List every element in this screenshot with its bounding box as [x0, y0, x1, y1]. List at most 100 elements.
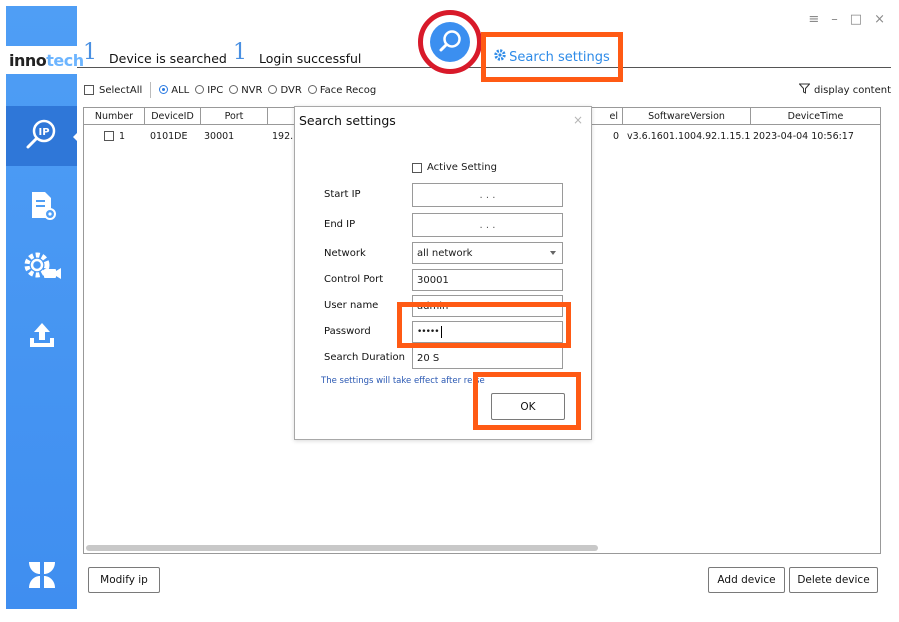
- filter-label-nvr: NVR: [241, 84, 263, 96]
- network-value: all network: [417, 247, 473, 259]
- search-icon: [437, 28, 463, 57]
- devices-label: Device is searched: [109, 51, 227, 66]
- display-content-label: display content: [814, 84, 891, 96]
- divider: [150, 82, 152, 98]
- search-button[interactable]: [430, 22, 470, 62]
- sidebar-item-ip-search[interactable]: IP: [6, 106, 78, 166]
- brand-logo-button[interactable]: [6, 546, 77, 606]
- col-device-time[interactable]: DeviceTime: [751, 108, 880, 125]
- password-highlight: [397, 302, 571, 348]
- filter-radio-face-recog[interactable]: Face Recog: [307, 84, 377, 96]
- col-software-version[interactable]: SoftwareVersion: [623, 108, 751, 125]
- control-port-label: Control Port: [324, 274, 384, 285]
- menu-icon[interactable]: ≡: [808, 12, 819, 27]
- col-number-label: Number: [94, 111, 134, 122]
- close-icon[interactable]: ×: [874, 12, 885, 27]
- minimize-icon[interactable]: –: [831, 12, 838, 27]
- end-ip-field[interactable]: . . .: [412, 213, 563, 237]
- col-model-label: el: [609, 111, 618, 122]
- devices-count: 1: [83, 40, 97, 65]
- search-duration-field[interactable]: 20 S: [412, 347, 563, 369]
- document-settings-icon: [25, 188, 59, 225]
- display-content-button[interactable]: display content: [798, 83, 891, 97]
- filter-label-all: ALL: [171, 84, 190, 96]
- login-label: Login successful: [259, 51, 362, 66]
- modify-ip-button[interactable]: Modify ip: [88, 567, 160, 593]
- col-model[interactable]: el: [588, 108, 623, 125]
- camera-gear-icon: [22, 249, 62, 288]
- filter-icon: [798, 83, 811, 97]
- radio-indicator[interactable]: [307, 85, 317, 94]
- user-name-label: User name: [324, 300, 379, 311]
- cell-number: 1: [84, 131, 145, 142]
- cell-device-time: 2023-04-04 10:56:17: [753, 130, 854, 142]
- ok-highlight: [473, 372, 581, 430]
- svg-text:IP: IP: [38, 127, 49, 138]
- brand-logo-icon: [25, 558, 59, 595]
- col-port[interactable]: Port: [201, 108, 268, 125]
- gear-icon: [494, 49, 506, 65]
- col-number[interactable]: Number: [84, 108, 145, 125]
- search-button-highlight[interactable]: [418, 10, 482, 74]
- checkbox-box[interactable]: [412, 162, 422, 173]
- select-all-label: SelectAll: [99, 84, 143, 96]
- network-label: Network: [324, 248, 366, 259]
- start-ip-field[interactable]: . . .: [412, 183, 563, 207]
- app-window: IP inno tech 1 Device is searched 1 Logi…: [6, 6, 891, 609]
- search-settings-label: Search settings: [509, 49, 610, 65]
- col-port-label: Port: [224, 111, 244, 122]
- end-ip-label: End IP: [324, 219, 356, 230]
- filter-radio-dvr[interactable]: DVR: [268, 84, 302, 96]
- sidebar-item-upgrade[interactable]: [6, 306, 77, 366]
- filter-bar: SelectAll ALL IPC NVR DVR Face Recog dis…: [83, 79, 891, 101]
- cell-device-id: 0101DE: [150, 130, 188, 142]
- sidebar-item-camera-settings[interactable]: [6, 238, 77, 298]
- upload-icon: [25, 318, 59, 355]
- radio-indicator[interactable]: [159, 85, 169, 94]
- filter-label-dvr: DVR: [280, 84, 302, 96]
- row-number: 1: [119, 130, 126, 142]
- login-count: 1: [233, 40, 247, 65]
- dialog-close-icon[interactable]: ×: [573, 113, 583, 127]
- delete-device-button[interactable]: Delete device: [789, 567, 878, 593]
- settings-note: The settings will take effect after re s…: [321, 376, 485, 386]
- select-all-checkbox[interactable]: SelectAll: [84, 85, 142, 96]
- checkbox-box[interactable]: [84, 85, 94, 95]
- col-device-id[interactable]: DeviceID: [145, 108, 201, 125]
- filter-label-ipc: IPC: [207, 84, 224, 96]
- filter-label-face-recog: Face Recog: [319, 84, 377, 96]
- horizontal-scrollbar[interactable]: [86, 545, 598, 551]
- filter-radio-nvr[interactable]: NVR: [229, 85, 262, 96]
- filter-radio-all[interactable]: ALL: [159, 85, 189, 96]
- active-caret: [73, 132, 78, 142]
- active-setting-checkbox[interactable]: Active Setting: [412, 162, 497, 173]
- filter-radio-ipc[interactable]: IPC: [195, 85, 223, 96]
- sidebar: IP: [6, 6, 78, 609]
- window-controls: ≡ – □ ×: [808, 12, 885, 27]
- control-port-field[interactable]: 30001: [412, 269, 563, 291]
- cell-software-version: v3.6.1601.1004.92.1.15.1.4...: [627, 130, 751, 142]
- maximize-icon[interactable]: □: [850, 12, 862, 27]
- start-ip-label: Start IP: [324, 189, 361, 200]
- search-settings-link[interactable]: Search settings: [481, 32, 623, 82]
- col-device-time-label: DeviceTime: [787, 111, 844, 122]
- radio-indicator[interactable]: [195, 85, 205, 94]
- cell-port: 30001: [204, 130, 235, 142]
- sidebar-item-device-config[interactable]: [6, 176, 77, 236]
- chevron-down-icon: [550, 251, 556, 255]
- network-select[interactable]: all network: [412, 242, 563, 264]
- col-software-version-label: SoftwareVersion: [648, 111, 725, 122]
- row-checkbox[interactable]: [104, 131, 114, 141]
- dialog-title: Search settings: [299, 113, 396, 128]
- search-duration-label: Search Duration: [324, 352, 405, 363]
- radio-indicator[interactable]: [268, 85, 278, 94]
- app-logo: inno tech: [6, 46, 84, 74]
- add-device-button[interactable]: Add device: [708, 567, 785, 593]
- col-device-id-label: DeviceID: [151, 111, 194, 122]
- active-setting-label: Active Setting: [427, 162, 497, 173]
- ip-search-icon: IP: [23, 116, 61, 157]
- cell-model: 0: [612, 130, 619, 142]
- logo-text-dark: inno: [9, 50, 47, 70]
- radio-indicator[interactable]: [229, 85, 239, 94]
- password-label: Password: [324, 326, 371, 337]
